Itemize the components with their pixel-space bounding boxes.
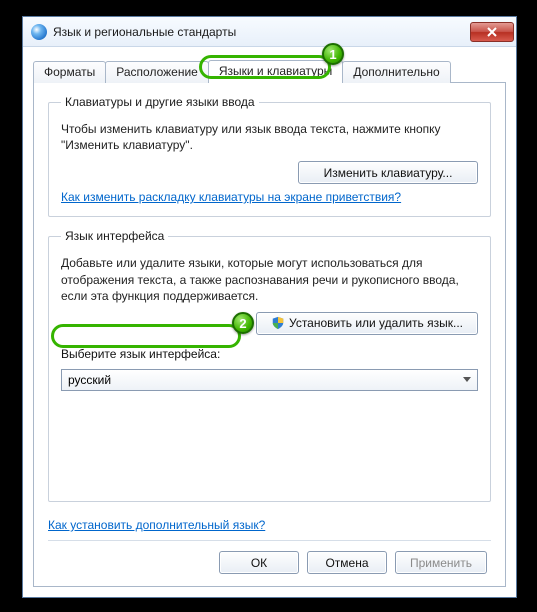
tab-panel: Клавиатуры и другие языки ввода Чтобы из… (33, 82, 506, 587)
group-keyboards: Клавиатуры и другие языки ввода Чтобы из… (48, 95, 491, 217)
group-keyboards-legend: Клавиатуры и другие языки ввода (61, 95, 259, 109)
group-display-language: Язык интерфейса Добавьте или удалите язы… (48, 229, 491, 502)
install-more-lang-link[interactable]: Как установить дополнительный язык? (48, 518, 491, 532)
install-uninstall-lang-label: Установить или удалить язык... (289, 316, 463, 330)
welcome-layout-link[interactable]: Как изменить раскладку клавиатуры на экр… (61, 190, 401, 204)
tab-strip: Форматы Расположение Языки и клавиатуры … (33, 59, 506, 83)
tab-location[interactable]: Расположение (105, 61, 209, 83)
chevron-down-icon (463, 377, 471, 382)
close-icon (487, 27, 497, 37)
change-keyboard-button[interactable]: Изменить клавиатуру... (298, 161, 478, 184)
display-language-value: русский (68, 373, 111, 387)
apply-button[interactable]: Применить (395, 551, 487, 574)
install-uninstall-lang-button[interactable]: Установить или удалить язык... (256, 312, 478, 335)
close-button[interactable] (470, 22, 514, 42)
group-display-legend: Язык интерфейса (61, 229, 168, 243)
display-language-select[interactable]: русский (61, 369, 478, 391)
cancel-button[interactable]: Отмена (307, 551, 387, 574)
shield-icon (271, 316, 285, 330)
tab-keyboards[interactable]: Языки и клавиатуры (208, 60, 343, 83)
window-title: Язык и региональные стандарты (53, 25, 470, 39)
choose-display-lang-label: Выберите язык интерфейса: (61, 347, 478, 361)
ok-button[interactable]: ОК (219, 551, 299, 574)
client-area: Форматы Расположение Языки и клавиатуры … (23, 47, 516, 597)
dialog-footer: ОК Отмена Применить (48, 540, 491, 576)
titlebar: Язык и региональные стандарты (23, 17, 516, 47)
tab-advanced[interactable]: Дополнительно (342, 61, 450, 83)
group-display-desc: Добавьте или удалите языки, которые могу… (61, 255, 478, 304)
dialog-window: Язык и региональные стандарты Форматы Ра… (22, 16, 517, 598)
tab-formats[interactable]: Форматы (33, 61, 106, 83)
globe-icon (31, 24, 47, 40)
group-keyboards-desc: Чтобы изменить клавиатуру или язык ввода… (61, 121, 478, 153)
